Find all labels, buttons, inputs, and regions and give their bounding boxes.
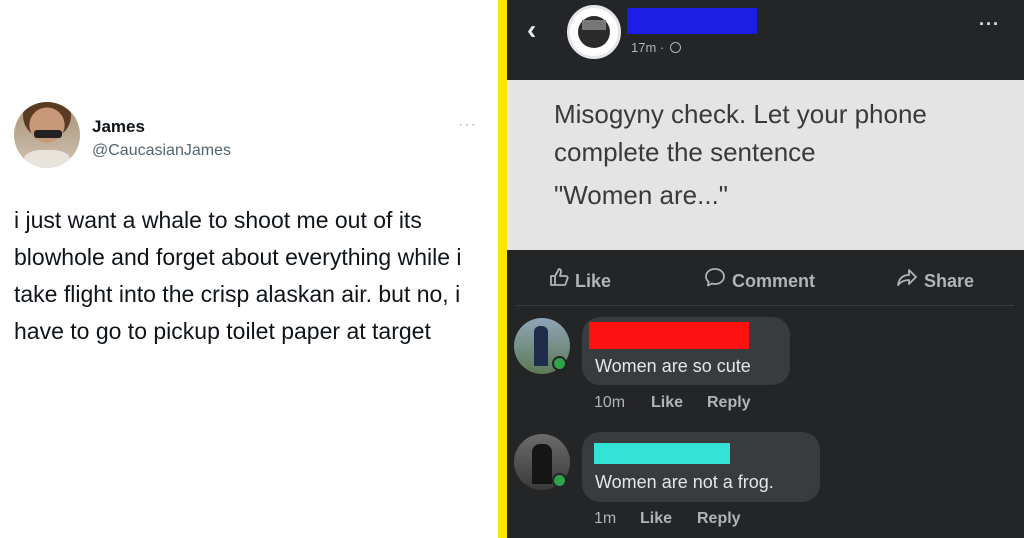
comment-icon <box>704 267 726 292</box>
comment-time: 10m <box>594 394 626 411</box>
share-icon <box>896 267 918 292</box>
redacted-name <box>627 8 757 34</box>
post-content: Misogyny check. Let your phone complete … <box>507 80 1024 250</box>
share-label: Share <box>924 271 975 291</box>
comment-like-link[interactable]: Like <box>651 394 683 412</box>
thumbs-up-icon <box>549 267 569 292</box>
post-time-text: 17m · <box>631 40 665 55</box>
facebook-panel: ‹ 17m · ··· Misogyny check. Let your pho… <box>507 0 1024 538</box>
comment-like-label: Like <box>651 394 684 411</box>
comment-time: 1m <box>594 510 617 527</box>
tweet-author-handle[interactable]: @CaucasianJames <box>92 142 231 160</box>
comment-reply-link[interactable]: Reply <box>707 394 751 412</box>
more-options-icon[interactable]: ··· <box>979 14 1000 35</box>
sunglasses-graphic <box>34 130 62 138</box>
comment-reply-label: Reply <box>707 394 751 411</box>
post-header: ‹ 17m · ··· <box>507 0 1024 80</box>
person-graphic <box>534 326 548 366</box>
avatar[interactable] <box>14 102 80 168</box>
redacted-name <box>589 322 749 349</box>
shirt-graphic <box>24 150 70 168</box>
more-options-icon[interactable]: ··· <box>458 116 477 134</box>
globe-icon <box>669 42 681 53</box>
person-graphic <box>532 444 552 484</box>
separator <box>517 305 1014 306</box>
post-quote: "Women are..." <box>554 180 729 210</box>
like-button[interactable]: Like <box>549 267 611 292</box>
tweet-text: i just want a whale to shoot me out of i… <box>14 207 462 344</box>
yellow-divider <box>498 0 507 538</box>
comment-reply-label: Reply <box>697 510 741 527</box>
comment-text: Women are so cute <box>595 356 751 376</box>
online-status-icon <box>552 473 567 488</box>
comment-text: Women are not a frog. <box>595 472 774 492</box>
like-label: Like <box>575 271 612 291</box>
tweet-author-name[interactable]: James <box>92 117 145 137</box>
tweet-panel: James @CaucasianJames ··· i just want a … <box>0 0 498 538</box>
online-status-icon <box>552 356 567 371</box>
share-button[interactable]: Share <box>896 267 974 292</box>
comment-button[interactable]: Comment <box>704 267 815 292</box>
comment-label: Comment <box>732 271 816 291</box>
back-icon[interactable]: ‹ <box>527 14 536 46</box>
post-text: Misogyny check. Let your phone complete … <box>554 99 927 167</box>
post-actions: Like Comment Share <box>507 255 1024 305</box>
post-time: 17m · <box>631 40 681 55</box>
redacted-name <box>594 443 730 464</box>
comment-like-label: Like <box>640 510 673 527</box>
comment-like-link[interactable]: Like <box>640 510 672 528</box>
comment-reply-link[interactable]: Reply <box>697 510 741 528</box>
avatar-hat-graphic <box>582 20 606 30</box>
avatar[interactable] <box>567 5 621 59</box>
